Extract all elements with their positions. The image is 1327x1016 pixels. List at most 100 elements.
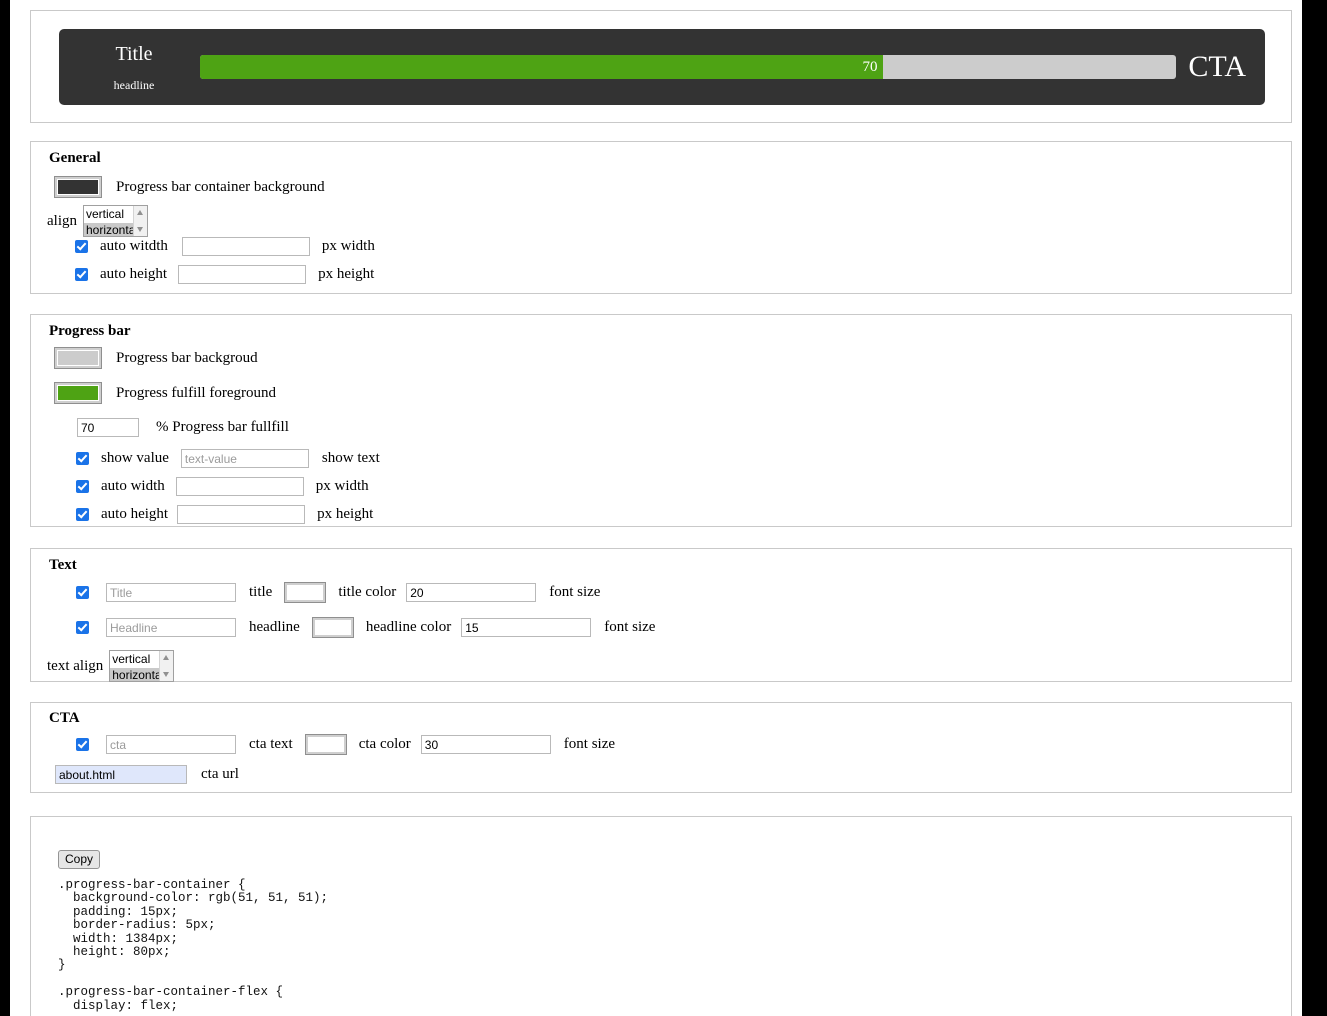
general-auto-height-label: auto height [100,266,168,282]
show-value-label: show value [101,450,169,466]
text-align-select-scrollbar[interactable] [159,651,174,681]
auto-height-row: auto height px height [75,265,374,284]
bar-background-color-input[interactable] [54,347,102,369]
bar-height-input[interactable] [177,505,306,524]
scroll-down-arrow-icon[interactable] [163,672,170,677]
text-align-select[interactable]: vertical horizontal [109,650,175,682]
bar-fill-color-input[interactable] [54,382,102,404]
percent-input[interactable] [77,418,139,437]
scroll-up-arrow-icon[interactable] [163,655,170,660]
cta-url-input[interactable] [55,765,187,784]
title-font-size-label: font size [549,584,601,600]
align-option-vertical[interactable]: vertical [84,207,124,221]
cta-color-input[interactable] [304,734,347,755]
progress-bar-fill: 70 [200,55,884,79]
bar-fill-label: Progress fulfill foreground [116,384,276,401]
auto-width-row: auto witdth px width [75,237,375,256]
general-width-unit-label: px width [321,238,375,254]
bar-height-unit-label: px height [317,506,374,522]
general-legend: General [49,150,101,166]
align-select[interactable]: vertical horizontal [83,205,148,237]
percent-row: % Progress bar fullfill [77,418,289,437]
app-page: Title headline 70 CTA General Progress b… [10,0,1302,1016]
text-align-label: text align [47,657,104,674]
scroll-down-arrow-icon[interactable] [137,227,143,232]
headline-color-label: headline color [365,619,452,635]
copy-button[interactable]: Copy [58,850,101,869]
headline-input[interactable] [106,618,236,637]
bar-auto-height-row: auto height px height [76,505,373,524]
cta-font-size-label: font size [563,736,616,752]
scroll-up-arrow-icon[interactable] [137,210,143,215]
headline-font-size-input[interactable] [461,618,592,637]
progress-bar-panel: Progress bar Progress bar backgroud Prog… [30,314,1292,527]
bar-width-unit-label: px width [315,478,369,494]
cta-text-input[interactable] [106,735,236,754]
progress-bar-track: 70 [200,55,1177,79]
percent-label: % Progress bar fullfill [156,419,289,435]
general-height-input[interactable] [178,265,307,284]
text-legend: Text [49,557,77,573]
title-color-label: title color [338,584,397,600]
text-align-option-vertical[interactable]: vertical [110,652,150,666]
preview-panel: Title headline 70 CTA [30,10,1292,123]
align-select-scrollbar[interactable] [133,206,147,236]
cta-panel: CTA cta text cta color font size cta url [30,702,1292,793]
cta-url-row: cta url [55,765,239,784]
general-auto-width-checkbox[interactable] [75,240,88,253]
bar-auto-height-label: auto height [101,506,169,522]
progress-bar-container-preview: Title headline 70 CTA [59,29,1265,105]
align-option-horizontal[interactable]: horizontal [84,223,139,236]
headline-row: headline headline color font size [76,617,656,638]
headline-checkbox[interactable] [76,621,89,634]
cta-color-label: cta color [358,736,411,752]
progress-bar-legend: Progress bar [49,323,131,339]
text-align-option-horizontal[interactable]: horizontal [110,668,165,681]
headline-color-input[interactable] [311,617,354,638]
generated-css-code: .progress-bar-container { background-col… [58,878,329,1013]
bar-auto-height-checkbox[interactable] [76,508,89,521]
cta-text-row: cta text cta color font size [76,734,616,755]
show-value-row: show value show text [76,449,380,468]
text-panel: Text title title color font size headlin… [30,548,1292,682]
align-row: align vertical horizontal [47,205,148,237]
general-panel: General Progress bar container backgroun… [30,141,1292,294]
show-value-checkbox[interactable] [76,452,89,465]
title-color-input[interactable] [284,582,327,603]
show-text-input[interactable] [180,449,309,468]
cta-checkbox[interactable] [76,738,89,751]
align-label: align [47,212,77,229]
title-input[interactable] [106,583,236,602]
cta-font-size-input[interactable] [420,735,551,754]
general-auto-width-label: auto witdth [100,238,168,254]
cta-text-label: cta text [249,736,293,752]
general-width-input[interactable] [181,237,310,256]
general-auto-height-checkbox[interactable] [75,268,88,281]
bar-auto-width-row: auto width px width [76,477,369,496]
container-bg-label: Progress bar container background [116,178,325,195]
title-row: title title color font size [76,582,601,603]
cta-url-label: cta url [201,766,239,782]
bar-width-input[interactable] [175,477,304,496]
progress-bar-value-text: 70 [862,58,878,75]
bar-auto-width-checkbox[interactable] [76,480,89,493]
preview-cta-link[interactable]: CTA [1188,52,1250,82]
container-bg-row: Progress bar container background [54,176,325,198]
headline-font-size-label: font size [604,619,656,635]
preview-title: Title [115,42,153,65]
show-text-label: show text [321,450,380,466]
preview-headline: headline [113,77,155,92]
cta-legend: CTA [49,710,80,726]
bar-background-label: Progress bar backgroud [116,349,258,366]
container-background-color-input[interactable] [54,176,102,198]
general-height-unit-label: px height [318,266,375,282]
title-checkbox[interactable] [76,586,89,599]
code-panel: Copy .progress-bar-container { backgroun… [30,816,1292,1016]
title-font-size-input[interactable] [406,583,537,602]
headline-label: headline [249,619,300,635]
bar-background-row: Progress bar backgroud [54,347,258,369]
bar-fill-row: Progress fulfill foreground [54,382,276,404]
text-align-row: text align vertical horizontal [47,650,175,682]
preview-text-block: Title headline [74,41,194,93]
bar-auto-width-label: auto width [101,478,165,494]
